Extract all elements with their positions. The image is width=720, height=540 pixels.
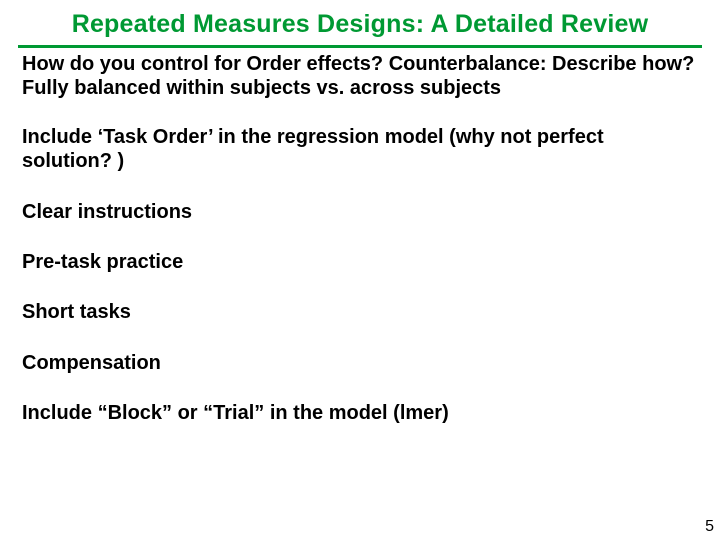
bullet-compensation: Compensation: [22, 351, 698, 375]
bullet-order-effects: How do you control for Order effects? Co…: [22, 52, 698, 101]
title-divider: [18, 45, 702, 48]
bullet-short-tasks: Short tasks: [22, 300, 698, 324]
slide: Repeated Measures Designs: A Detailed Re…: [0, 0, 720, 540]
bullet-clear-instructions: Clear instructions: [22, 200, 698, 224]
page-number: 5: [705, 518, 714, 536]
bullet-pre-task-practice: Pre-task practice: [22, 250, 698, 274]
bullet-block-trial: Include “Block” or “Trial” in the model …: [22, 401, 698, 425]
bullet-task-order: Include ‘Task Order’ in the regression m…: [22, 125, 698, 174]
page-title: Repeated Measures Designs: A Detailed Re…: [0, 0, 720, 45]
slide-body: How do you control for Order effects? Co…: [0, 50, 720, 426]
